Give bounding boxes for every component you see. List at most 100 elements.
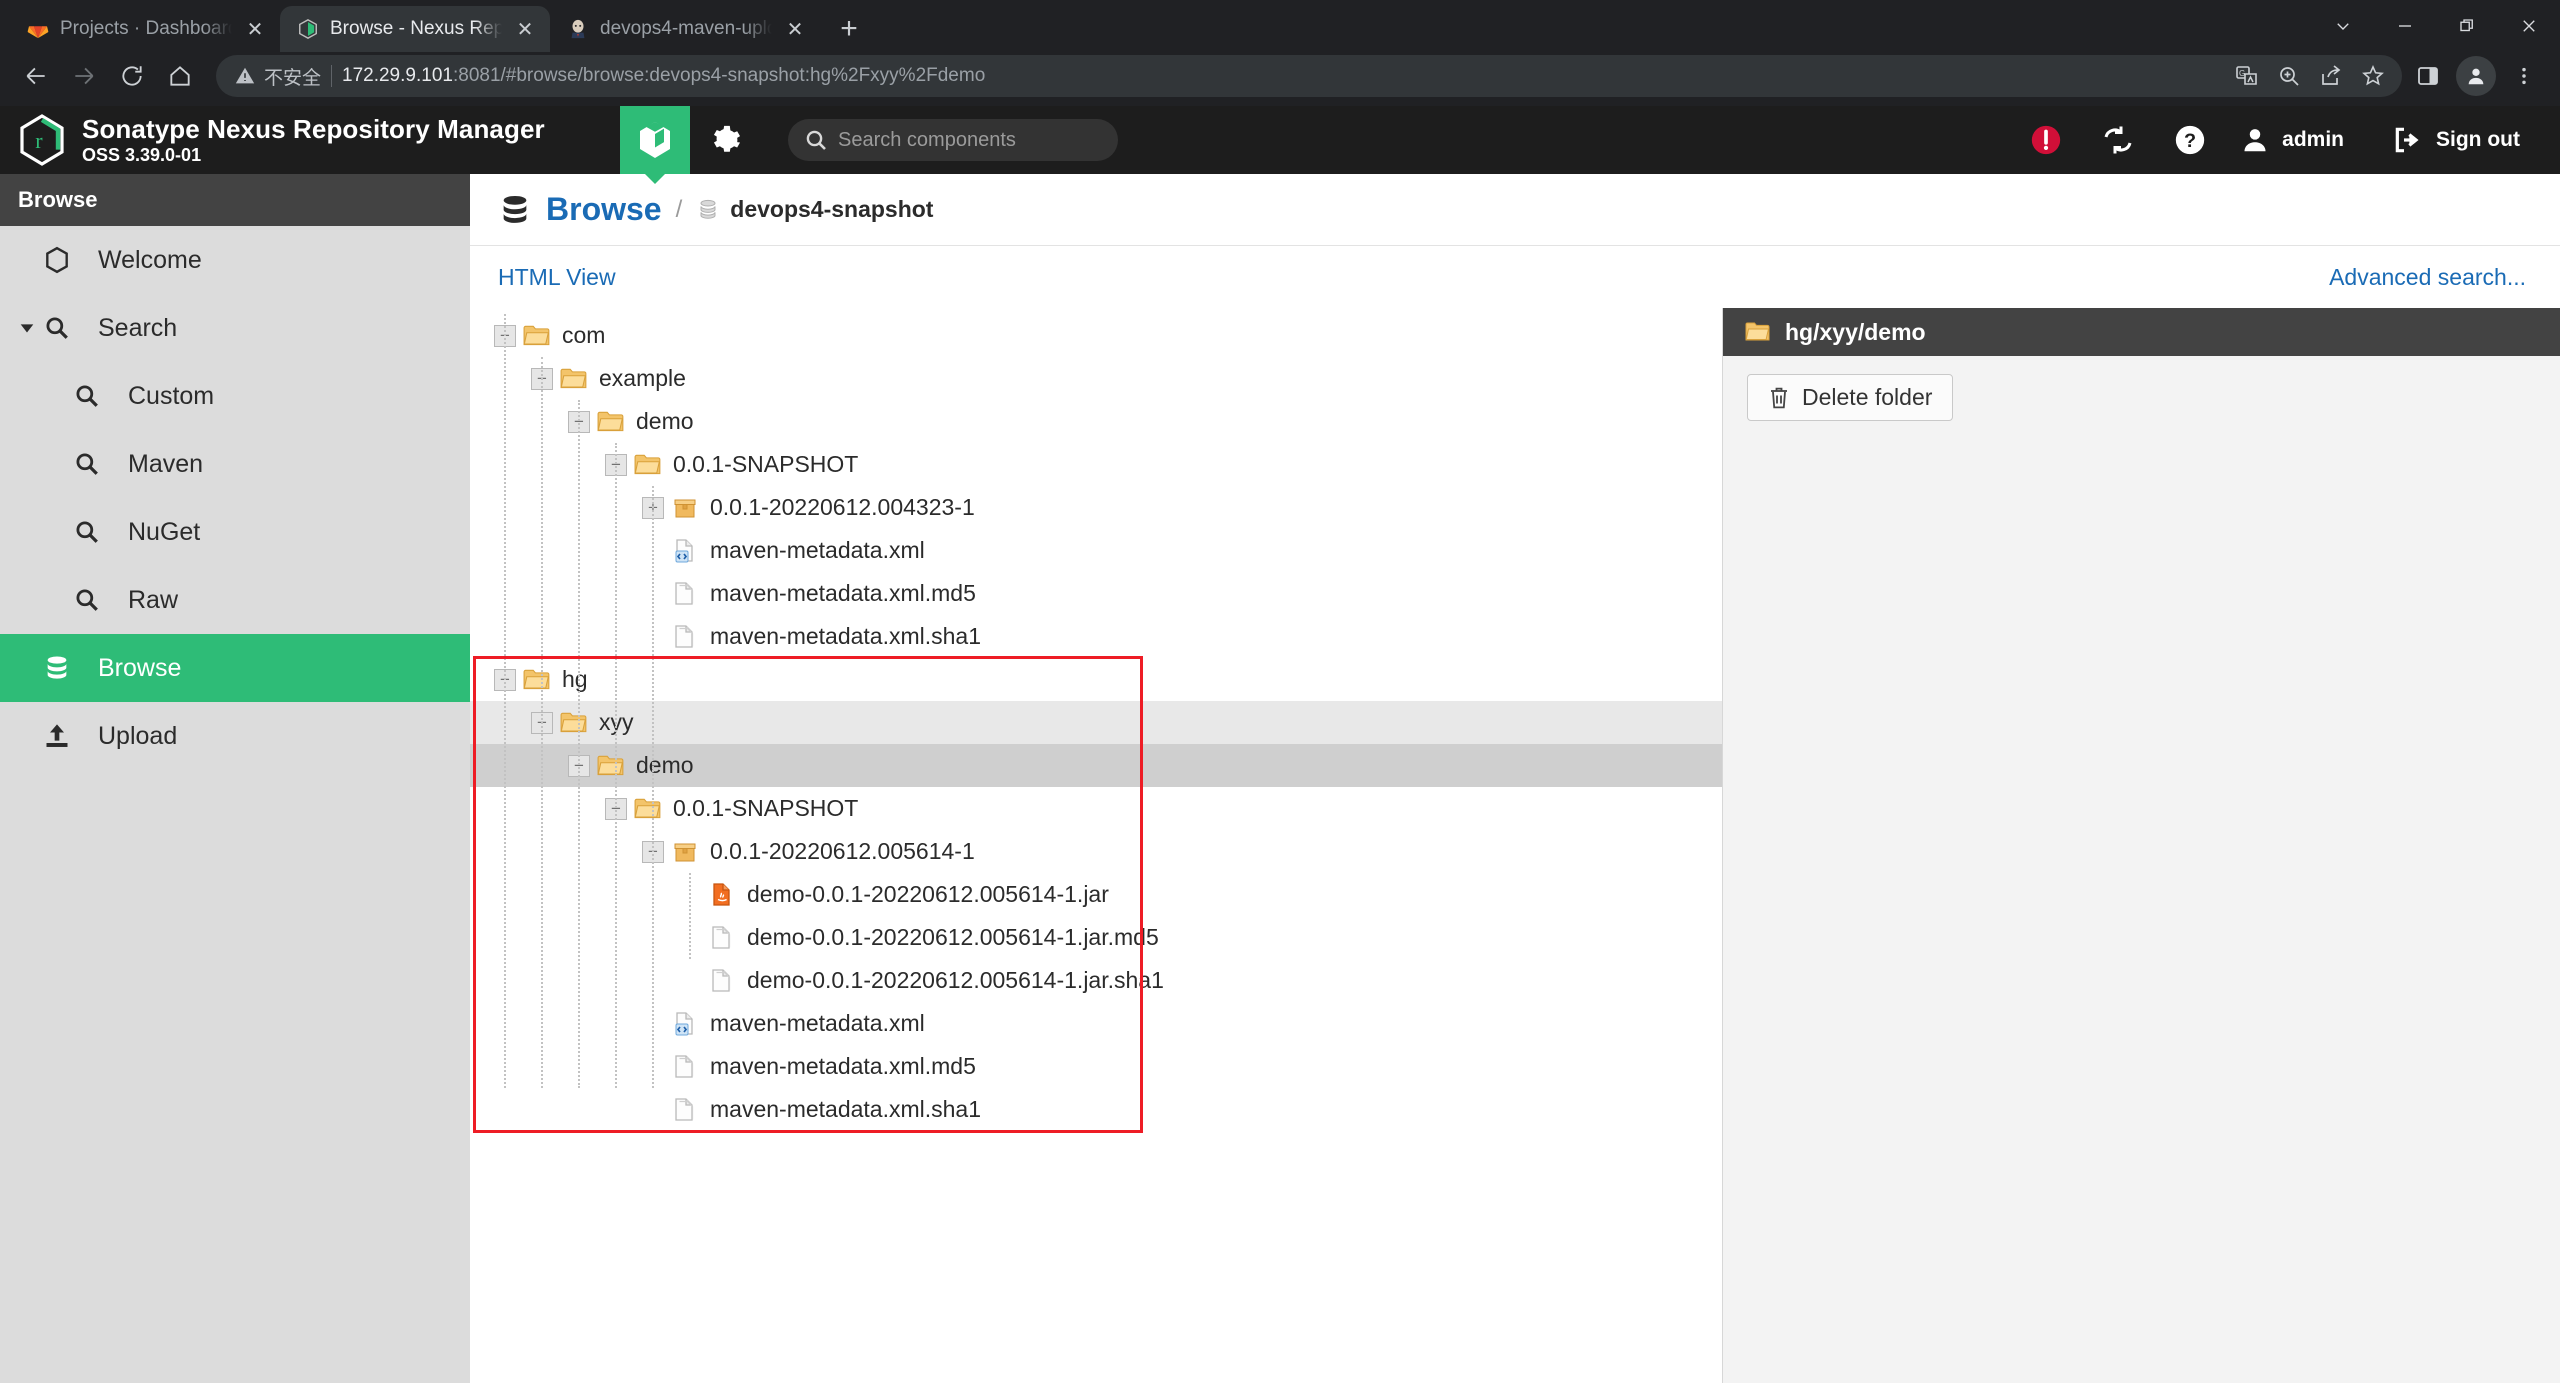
bookmark-star-icon[interactable] (2352, 55, 2394, 97)
tree-row[interactable]: −0.0.1-SNAPSHOT (470, 443, 1722, 486)
tree-node-label[interactable]: 0.0.1-20220612.005614-1 (710, 838, 975, 865)
tree-row[interactable]: maven-metadata.xml.md5 (470, 572, 1722, 615)
browser-tab-gitlab[interactable]: Projects · Dashboard · GitLab ✕ (10, 6, 280, 52)
profile-avatar-icon[interactable] (2456, 56, 2496, 96)
tree-row[interactable]: maven-metadata.xml (470, 529, 1722, 572)
browse-mode-button[interactable] (620, 106, 690, 174)
user-name-label: admin (2282, 128, 2345, 151)
sidebar-item-raw[interactable]: Raw (0, 566, 470, 634)
tree-node-label[interactable]: demo-0.0.1-20220612.005614-1.jar.md5 (747, 924, 1159, 951)
chevron-down-icon[interactable] (2312, 0, 2374, 52)
tree-row[interactable]: +0.0.1-20220612.004323-1 (470, 486, 1722, 529)
tree-node-label[interactable]: maven-metadata.xml.sha1 (710, 1096, 981, 1123)
tree-node-label[interactable]: maven-metadata.xml (710, 1010, 925, 1037)
tree-node-label[interactable]: 0.0.1-SNAPSHOT (673, 795, 858, 822)
back-icon[interactable] (14, 54, 58, 98)
close-icon[interactable] (2498, 0, 2560, 52)
tree-node-label[interactable]: maven-metadata.xml.sha1 (710, 623, 981, 650)
advanced-search-link[interactable]: Advanced search... (2329, 264, 2526, 291)
sidebar-item-label: Raw (128, 585, 179, 614)
tree-row[interactable]: maven-metadata.xml.sha1 (470, 1088, 1722, 1131)
search-input[interactable] (838, 128, 1102, 152)
tree-node-label[interactable]: maven-metadata.xml.md5 (710, 580, 976, 607)
sidebar-item-search[interactable]: Search (0, 294, 470, 362)
new-tab-button[interactable]: + (826, 6, 872, 52)
tree-row[interactable]: − demo (470, 400, 1722, 443)
html-view-link[interactable]: HTML View (498, 264, 616, 291)
zoom-icon[interactable] (2268, 55, 2310, 97)
delete-folder-button[interactable]: Delete folder (1747, 374, 1954, 421)
tab-title: devops4-maven-upload #9 Co (600, 18, 772, 39)
alert-circle-icon[interactable] (2010, 106, 2082, 174)
tree-leaf-connector (679, 970, 701, 992)
nexus-brand[interactable]: r Sonatype Nexus Repository Manager OSS … (0, 106, 620, 174)
share-icon[interactable] (2310, 55, 2352, 97)
refresh-icon[interactable] (2082, 106, 2154, 174)
tree-node-label[interactable]: demo-0.0.1-20220612.005614-1.jar (747, 881, 1109, 908)
tab-close-icon[interactable]: ✕ (242, 16, 268, 42)
tab-close-icon[interactable]: ✕ (512, 16, 538, 42)
tree-node-label[interactable]: 0.0.1-20220612.004323-1 (710, 494, 975, 521)
browser-tab-nexus[interactable]: Browse - Nexus Repository Ma ✕ (280, 6, 550, 52)
upload-icon (42, 721, 72, 751)
tree-node-label[interactable]: hg (562, 666, 588, 693)
gitlab-icon (26, 17, 50, 41)
user-menu[interactable]: admin (2226, 106, 2358, 174)
tree-row[interactable]: −0.0.1-20220612.005614-1 (470, 830, 1722, 873)
tree-row[interactable]: maven-metadata.xml (470, 1002, 1722, 1045)
sidebar-item-upload[interactable]: Upload (0, 702, 470, 770)
chevron-down-icon[interactable] (18, 319, 36, 337)
address-bar[interactable]: 不安全 172.29.9.101:8081/#browse/browse:dev… (216, 55, 2402, 97)
tree-node-label[interactable]: 0.0.1-SNAPSHOT (673, 451, 858, 478)
not-secure-indicator[interactable]: 不安全 (234, 63, 321, 90)
tree-row[interactable]: − example (470, 357, 1722, 400)
breadcrumb-repository[interactable]: devops4-snapshot (696, 196, 933, 223)
tree-row[interactable]: demo-0.0.1-20220612.005614-1.jar.sha1 (470, 959, 1722, 1002)
sign-out-button[interactable]: Sign out (2358, 106, 2534, 174)
sidebar-item-label: NuGet (128, 517, 201, 546)
tree-row[interactable]: demo-0.0.1-20220612.005614-1.jar (470, 873, 1722, 916)
detail-body: Delete folder (1723, 356, 2560, 421)
minimize-icon[interactable] (2374, 0, 2436, 52)
nexus-logo-icon: r (18, 114, 66, 166)
tree-row[interactable]: maven-metadata.xml.sha1 (470, 615, 1722, 658)
translate-icon[interactable]: G (2226, 55, 2268, 97)
folder-icon (522, 321, 552, 351)
tree-row[interactable]: − xyy (470, 701, 1722, 744)
window-controls (2312, 0, 2560, 52)
reload-icon[interactable] (110, 54, 154, 98)
tab-close-icon[interactable]: ✕ (782, 16, 808, 42)
tree-row[interactable]: − hg (470, 658, 1722, 701)
browser-tab-jenkins[interactable]: devops4-maven-upload #9 Co ✕ (550, 6, 820, 52)
sidebar-item-nuget[interactable]: NuGet (0, 498, 470, 566)
tree-node-label[interactable]: maven-metadata.xml (710, 537, 925, 564)
side-panel-icon[interactable] (2406, 54, 2450, 98)
home-icon[interactable] (158, 54, 202, 98)
sidebar-item-browse[interactable]: Browse (0, 634, 470, 702)
tree-node-label[interactable]: demo (636, 752, 694, 779)
restore-icon[interactable] (2436, 0, 2498, 52)
tree-row[interactable]: − com (470, 314, 1722, 357)
tree-node-label[interactable]: maven-metadata.xml.md5 (710, 1053, 976, 1080)
tree-node-label[interactable]: example (599, 365, 686, 392)
search-components-box[interactable] (788, 119, 1118, 161)
sidebar-item-maven[interactable]: Maven (0, 430, 470, 498)
tree-node-label[interactable]: com (562, 322, 605, 349)
folder-icon (1745, 321, 1771, 343)
help-circle-icon[interactable]: ? (2154, 106, 2226, 174)
tree-row[interactable]: demo-0.0.1-20220612.005614-1.jar.md5 (470, 916, 1722, 959)
tree-row[interactable]: −0.0.1-SNAPSHOT (470, 787, 1722, 830)
tree-node-label[interactable]: demo (636, 408, 694, 435)
tree-row[interactable]: − demo (470, 744, 1722, 787)
omnibox-actions: G (2226, 55, 2394, 97)
tree-node-label[interactable]: demo-0.0.1-20220612.005614-1.jar.sha1 (747, 967, 1164, 994)
breadcrumb-browse-link[interactable]: Browse (546, 191, 662, 228)
sidebar-item-custom[interactable]: Custom (0, 362, 470, 430)
forward-icon[interactable] (62, 54, 106, 98)
tree-row[interactable]: maven-metadata.xml.md5 (470, 1045, 1722, 1088)
sidebar-item-welcome[interactable]: Welcome (0, 226, 470, 294)
browser-menu-icon[interactable] (2502, 54, 2546, 98)
admin-settings-button[interactable] (690, 106, 760, 174)
